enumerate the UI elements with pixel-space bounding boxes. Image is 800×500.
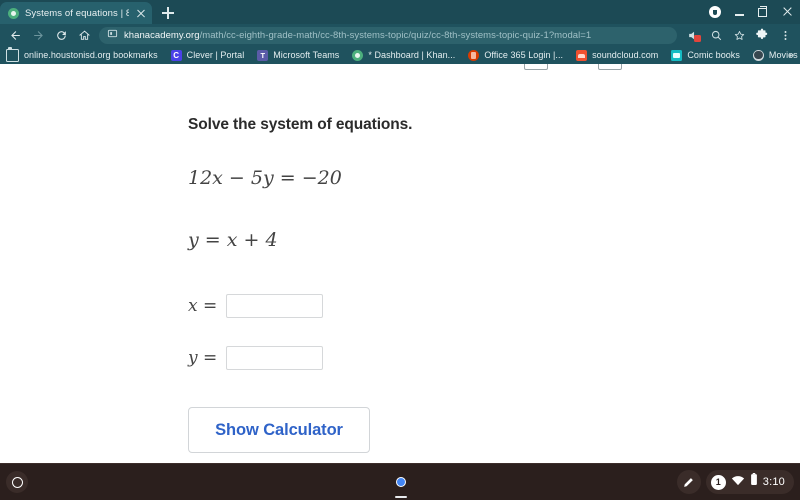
extensions-icon[interactable] bbox=[751, 25, 773, 45]
clever-icon: C bbox=[170, 49, 182, 61]
bookmark-label: online.houstonisd.org bookmarks bbox=[24, 50, 158, 60]
equation-1: 12x − 5y = −20 bbox=[188, 167, 342, 189]
tab-strip: Systems of equations | 8th grade bbox=[0, 0, 800, 24]
answer-label-y: y = bbox=[188, 348, 218, 368]
answer-input-y[interactable] bbox=[226, 346, 323, 370]
launcher-button[interactable] bbox=[6, 471, 28, 493]
bookmark-item-dashboard[interactable]: * Dashboard | Khan... bbox=[352, 49, 456, 61]
battery-icon bbox=[750, 473, 758, 491]
zoom-icon[interactable] bbox=[705, 25, 727, 45]
bookmark-item-comic-books[interactable]: Comic books bbox=[671, 49, 740, 61]
wifi-icon bbox=[731, 473, 745, 491]
clipped-widget-icon bbox=[524, 64, 548, 70]
movies-icon bbox=[752, 49, 764, 61]
app-active-indicator bbox=[395, 496, 407, 498]
office365-icon bbox=[468, 49, 480, 61]
folder-icon bbox=[6, 46, 19, 62]
show-calculator-button[interactable]: Show Calculator bbox=[188, 407, 370, 453]
status-area-button[interactable]: 1 3:10 bbox=[705, 470, 794, 494]
bookmark-item-clever[interactable]: C Clever | Portal bbox=[170, 49, 245, 61]
bookmark-label: Comic books bbox=[687, 50, 740, 60]
url-path: /math/cc-eighth-grade-math/cc-8th-system… bbox=[199, 29, 592, 41]
bookmark-label: * Dashboard | Khan... bbox=[368, 50, 456, 60]
bookmark-label: soundcloud.com bbox=[592, 50, 659, 60]
khan-academy-icon bbox=[8, 7, 19, 19]
equation-2: y = x + 4 bbox=[188, 229, 278, 251]
stylus-tools-button[interactable] bbox=[676, 470, 701, 494]
system-tray: 1 3:10 bbox=[676, 470, 794, 494]
url-text: khanacademy.org/math/cc-eighth-grade-mat… bbox=[124, 30, 591, 41]
page-viewport: Solve the system of equations. 12x − 5y … bbox=[0, 64, 800, 464]
teams-icon: T bbox=[257, 49, 269, 61]
close-button[interactable] bbox=[776, 1, 798, 23]
khan-academy-icon bbox=[352, 49, 364, 61]
tab-title: Systems of equations | 8th grade bbox=[25, 7, 129, 19]
clock-time: 3:10 bbox=[762, 476, 785, 488]
chrome-menu-icon[interactable] bbox=[774, 25, 796, 45]
answer-label-x: x = bbox=[188, 296, 218, 316]
bookmark-label: Clever | Portal bbox=[186, 50, 245, 60]
media-mute-icon[interactable] bbox=[682, 25, 704, 45]
address-bar[interactable]: khanacademy.org/math/cc-eighth-grade-mat… bbox=[99, 26, 677, 44]
bookmark-star-icon[interactable] bbox=[728, 25, 750, 45]
comic-books-icon bbox=[671, 49, 683, 61]
chromeos-shelf: 1 3:10 bbox=[0, 463, 800, 500]
clipped-page-header bbox=[0, 64, 800, 70]
bookmarks-overflow-icon[interactable]: » bbox=[788, 50, 794, 61]
url-domain: khanacademy.org bbox=[124, 29, 200, 41]
bookmark-item-houstonisd[interactable]: online.houstonisd.org bookmarks bbox=[6, 46, 158, 62]
notification-count-badge: 1 bbox=[710, 474, 726, 490]
answer-row-y: y = bbox=[188, 346, 800, 370]
chrome-browser-window: Systems of equations | 8th grade bbox=[0, 0, 800, 464]
back-button[interactable] bbox=[4, 25, 26, 45]
bookmark-item-office365[interactable]: Office 365 Login |... bbox=[468, 49, 564, 61]
browser-toolbar: khanacademy.org/math/cc-eighth-grade-mat… bbox=[0, 24, 800, 46]
mute-badge bbox=[694, 35, 701, 42]
question-prompt: Solve the system of equations. bbox=[188, 116, 413, 133]
answer-input-x[interactable] bbox=[226, 294, 323, 318]
site-info-icon[interactable] bbox=[107, 27, 118, 44]
window-controls bbox=[704, 0, 798, 24]
launcher-icon bbox=[11, 476, 23, 488]
bookmark-item-teams[interactable]: T Microsoft Teams bbox=[257, 49, 340, 61]
soundcloud-icon bbox=[576, 49, 588, 61]
new-tab-button[interactable] bbox=[156, 2, 180, 24]
bookmarks-bar: online.houstonisd.org bookmarks C Clever… bbox=[0, 46, 800, 64]
browser-tab[interactable]: Systems of equations | 8th grade bbox=[0, 2, 152, 24]
minimize-button[interactable] bbox=[728, 1, 750, 23]
home-button[interactable] bbox=[73, 25, 95, 45]
maximize-button[interactable] bbox=[752, 1, 774, 23]
close-icon[interactable] bbox=[135, 7, 147, 19]
profile-icon[interactable] bbox=[704, 1, 726, 23]
bookmark-item-soundcloud[interactable]: soundcloud.com bbox=[576, 49, 659, 61]
answer-row-x: x = bbox=[188, 294, 800, 318]
reload-button[interactable] bbox=[50, 25, 72, 45]
forward-button[interactable] bbox=[27, 25, 49, 45]
exercise-content: Solve the system of equations. 12x − 5y … bbox=[0, 64, 800, 453]
chromeos-desktop: Systems of equations | 8th grade bbox=[0, 0, 800, 500]
clipped-calculator-icon bbox=[598, 64, 622, 70]
bookmark-label: Office 365 Login |... bbox=[484, 50, 564, 60]
bookmark-label: Microsoft Teams bbox=[273, 50, 340, 60]
shelf-app-chrome[interactable] bbox=[389, 470, 413, 494]
